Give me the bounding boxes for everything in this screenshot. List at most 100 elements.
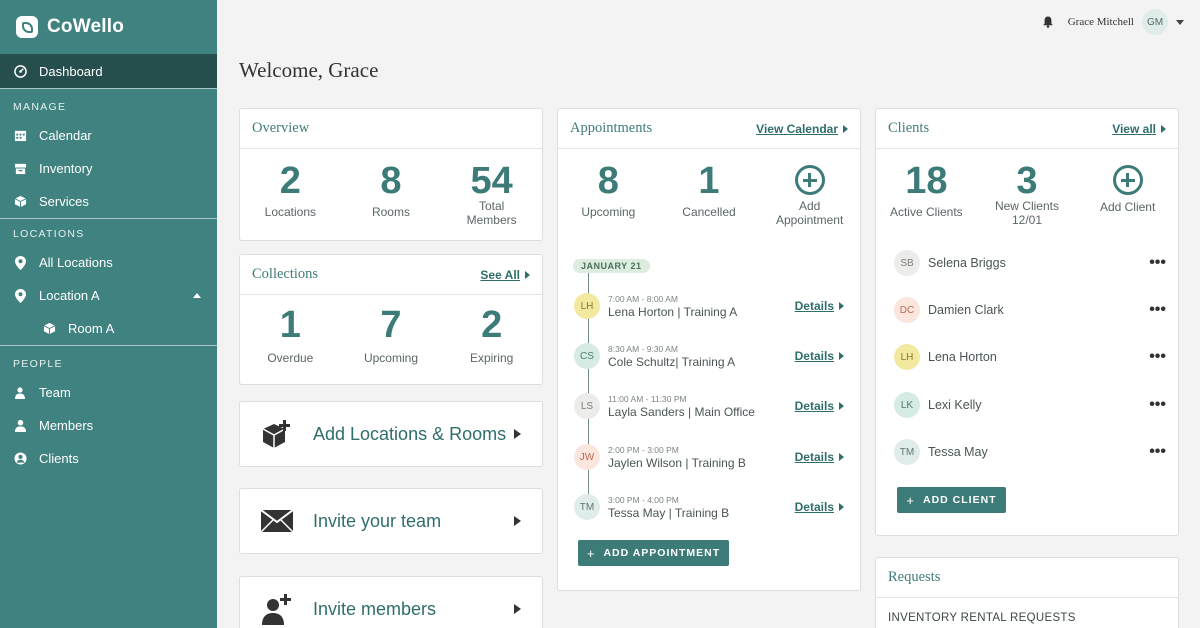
- arrow-right-icon: [1161, 124, 1166, 133]
- sidebar-item-team[interactable]: Team: [0, 376, 217, 409]
- link-label: See All: [480, 267, 520, 282]
- appointment-name: Jaylen Wilson | Training B: [608, 455, 746, 470]
- stat-value: 2: [279, 160, 301, 202]
- invite-members-card[interactable]: Invite members: [239, 576, 543, 628]
- appointments-card: Appointments View Calendar 8 Upcoming 1 …: [557, 108, 861, 591]
- stat-label: New Clients 12/01: [994, 199, 1059, 227]
- plus-icon: +: [586, 545, 596, 561]
- view-calendar-link[interactable]: View Calendar: [756, 122, 848, 136]
- sidebar-item-location-a[interactable]: Location A: [0, 279, 217, 312]
- card-header: Overview: [240, 109, 542, 149]
- client-stats: 18 Active Clients 3 New Clients 12/01 Ad…: [876, 149, 1178, 227]
- avatar: DC: [894, 297, 920, 323]
- client-name: Selena Briggs: [928, 256, 1006, 270]
- stat-overdue: 1 Overdue: [241, 305, 341, 366]
- sidebar-item-calendar[interactable]: Calendar: [0, 119, 217, 152]
- invite-team-card[interactable]: Invite your team: [239, 488, 543, 554]
- sidebar-item-all-locations[interactable]: All Locations: [0, 246, 217, 279]
- more-options-icon[interactable]: •••: [1149, 349, 1166, 365]
- client-row[interactable]: LK Lexi Kelly •••: [894, 392, 1166, 418]
- clients-card: Clients View all 18 Active Clients 3 New…: [875, 108, 1179, 536]
- cube-icon: [42, 322, 56, 336]
- team-users-icon: [13, 386, 27, 400]
- details-link[interactable]: Details: [795, 299, 844, 313]
- sidebar-item-label: All Locations: [39, 255, 113, 270]
- more-options-icon[interactable]: •••: [1149, 255, 1166, 271]
- button-label: ADD CLIENT: [923, 494, 997, 506]
- requests-card: Requests INVENTORY RENTAL REQUESTS: [875, 557, 1179, 628]
- appointment-text: 2:00 PM - 3:00 PM Jaylen Wilson | Traini…: [608, 445, 746, 470]
- card-title: Appointments: [570, 120, 653, 136]
- details-link[interactable]: Details: [795, 349, 844, 363]
- stat-label: Upcoming: [581, 205, 636, 219]
- sidebar-item-inventory[interactable]: Inventory: [0, 152, 217, 185]
- brand[interactable]: CoWello: [0, 0, 217, 54]
- arrow-right-icon: [514, 429, 521, 439]
- avatar: LH: [574, 293, 600, 319]
- client-row[interactable]: SB Selena Briggs •••: [894, 250, 1166, 276]
- appointment-name: Layla Sanders | Main Office: [608, 404, 755, 419]
- appointment-item: LS 11:00 AM - 11:30 PM Layla Sanders | M…: [574, 390, 844, 422]
- client-name: Lena Horton: [928, 350, 997, 364]
- stat-value: 2: [481, 304, 503, 346]
- section-manage: MANAGE: [13, 101, 67, 113]
- see-all-link[interactable]: See All: [480, 268, 530, 282]
- notification-bell-icon[interactable]: [1042, 16, 1054, 28]
- leaf-logo-icon: [16, 16, 38, 38]
- stat-label: Expiring: [469, 351, 514, 365]
- user-avatar[interactable]: GM: [1142, 9, 1168, 35]
- collections-card: Collections See All 1 Overdue 7 Upcoming…: [239, 254, 543, 385]
- stat-label: Overdue: [267, 351, 314, 365]
- user-name[interactable]: Grace Mitchell: [1068, 16, 1134, 28]
- arrow-right-icon: [514, 604, 521, 614]
- stat-value: 1: [698, 160, 720, 202]
- sidebar-item-clients[interactable]: Clients: [0, 442, 217, 475]
- more-options-icon[interactable]: •••: [1149, 397, 1166, 413]
- user-menu-caret-icon[interactable]: [1176, 19, 1184, 25]
- appointment-name: Lena Horton | Training A: [608, 304, 738, 319]
- card-header: Collections See All: [240, 255, 542, 295]
- sidebar-item-label: Services: [39, 194, 89, 209]
- card-header: Appointments View Calendar: [558, 109, 860, 149]
- link-label: View Calendar: [756, 121, 838, 136]
- brand-name: CoWello: [47, 16, 125, 37]
- sidebar-item-label: Clients: [39, 451, 79, 466]
- sidebar-item-label: Team: [39, 385, 71, 400]
- add-client-button[interactable]: + ADD CLIENT: [897, 487, 1006, 513]
- stat-upcoming: 8 Upcoming: [559, 161, 659, 227]
- avatar: CS: [574, 343, 600, 369]
- client-row[interactable]: TM Tessa May •••: [894, 439, 1166, 465]
- details-link[interactable]: Details: [795, 500, 844, 514]
- sidebar-item-label: Members: [39, 418, 94, 433]
- add-appointment-button[interactable]: + ADD APPOINTMENT: [578, 540, 729, 566]
- add-locations-rooms-card[interactable]: Add Locations & Rooms: [239, 401, 543, 467]
- sidebar-item-members[interactable]: Members: [0, 409, 217, 442]
- client-user-circle-icon: [13, 452, 27, 466]
- sidebar-item-label: Location A: [39, 288, 100, 303]
- stat-cancelled: 1 Cancelled: [659, 161, 759, 227]
- sidebar-item-room-a[interactable]: Room A: [0, 312, 217, 345]
- section-locations: LOCATIONS: [13, 228, 85, 240]
- sidebar-item-services[interactable]: Services: [0, 185, 217, 218]
- sidebar-item-dashboard[interactable]: Dashboard: [0, 54, 217, 88]
- more-options-icon[interactable]: •••: [1149, 444, 1166, 460]
- stat-new-clients: 3 New Clients 12/01: [977, 161, 1077, 227]
- button-label: ADD APPOINTMENT: [603, 547, 721, 559]
- arrow-right-icon: [514, 516, 521, 526]
- client-name: Lexi Kelly: [928, 398, 982, 412]
- add-appointment-action[interactable]: Add Appointment: [760, 161, 860, 227]
- details-link[interactable]: Details: [795, 450, 844, 464]
- more-options-icon[interactable]: •••: [1149, 302, 1166, 318]
- client-row[interactable]: DC Damien Clark •••: [894, 297, 1166, 323]
- client-row[interactable]: LH Lena Horton •••: [894, 344, 1166, 370]
- details-link[interactable]: Details: [795, 399, 844, 413]
- stat-label: Active Clients: [889, 205, 963, 219]
- stat-expiring: 2 Expiring: [442, 305, 542, 366]
- stat-value: 1: [279, 304, 301, 346]
- view-all-clients-link[interactable]: View all: [1112, 122, 1166, 136]
- stat-total-members: 54 Total Members: [442, 161, 542, 227]
- calendar-icon: [13, 129, 27, 143]
- collapse-caret-icon[interactable]: [193, 293, 201, 298]
- add-client-action[interactable]: Add Client: [1078, 161, 1178, 227]
- page-title: Welcome, Grace: [239, 58, 379, 82]
